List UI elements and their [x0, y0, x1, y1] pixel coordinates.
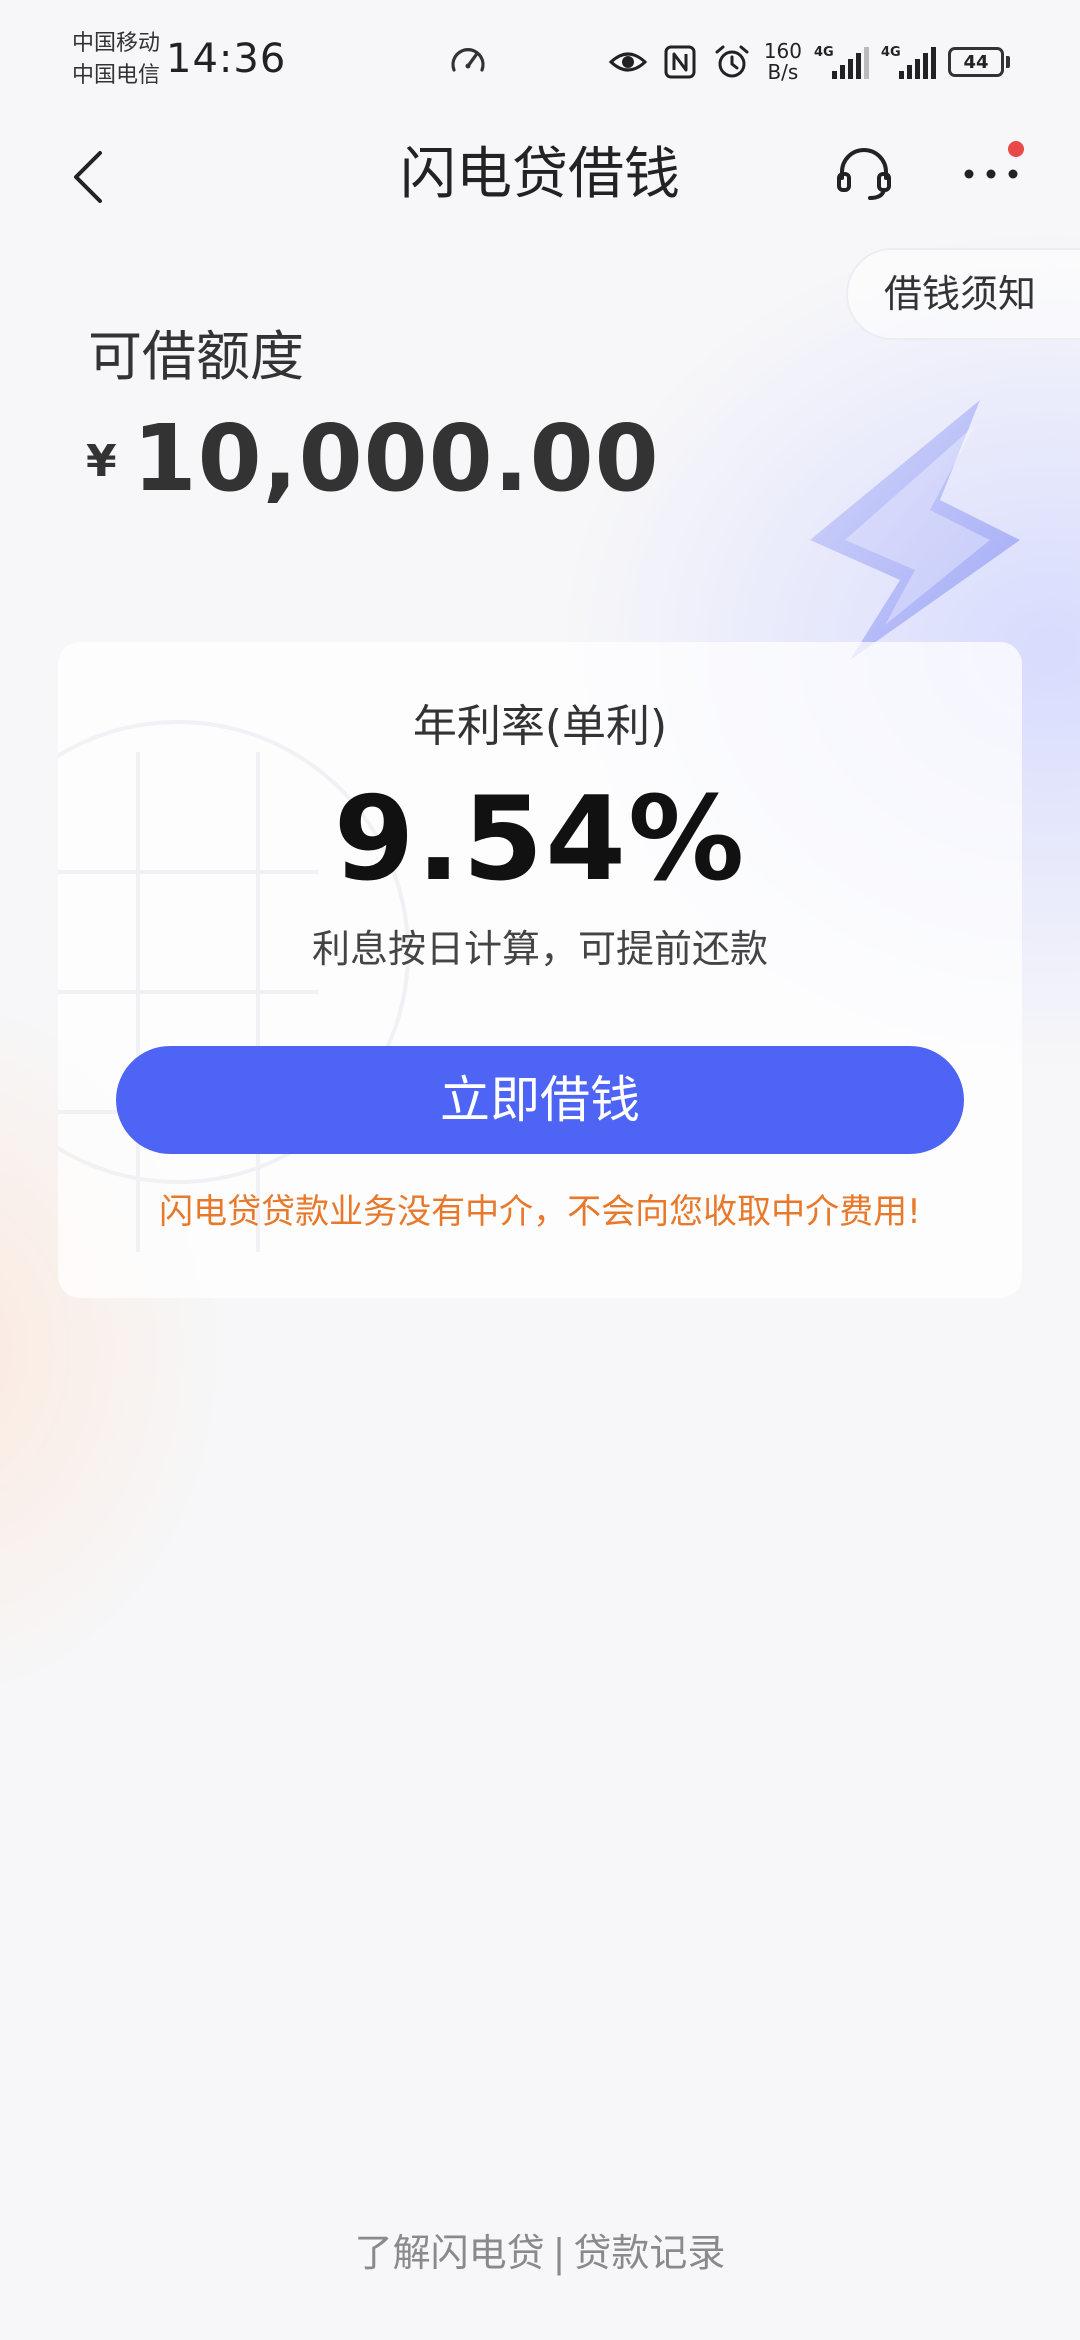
- footer-links: 了解闪电贷 | 贷款记录: [0, 2222, 1080, 2277]
- status-bar: 中国移动 中国电信 14:36 160 B/s 4G 4G 44: [0, 0, 1080, 125]
- signal-icon-2: 4G: [881, 45, 936, 79]
- more-button[interactable]: [956, 139, 1026, 209]
- rate-value: 9.54%: [333, 772, 747, 907]
- nfc-icon: [664, 45, 696, 79]
- network-speed-value: 160: [763, 39, 802, 63]
- speedometer-icon: [451, 48, 485, 72]
- notification-dot: [1008, 141, 1024, 157]
- limit-label: 可借额度: [88, 325, 304, 388]
- signal-icon-1: 4G: [814, 45, 869, 79]
- lightning-decoration: [810, 400, 1020, 660]
- limit-amount: ¥ 10,000.00: [86, 405, 660, 512]
- headset-icon: [837, 148, 891, 200]
- loan-records-link[interactable]: 贷款记录: [573, 2231, 725, 2275]
- clock: 14:36: [166, 36, 287, 82]
- carrier-2: 中国电信: [72, 63, 161, 88]
- battery-icon: 44: [948, 47, 1010, 77]
- network-speed-unit: B/s: [767, 60, 799, 84]
- more-dots-icon: [964, 169, 1018, 179]
- currency-symbol: ¥: [86, 436, 117, 487]
- eye-icon: [608, 52, 648, 72]
- alarm-icon: [715, 45, 749, 78]
- customer-service-button[interactable]: [832, 139, 896, 209]
- network-type-1: 4G: [814, 45, 834, 60]
- page: 中国移动 中国电信 14:36 160 B/s 4G 4G 44 闪电贷借钱 借…: [0, 0, 1080, 2340]
- network-type-2: 4G: [881, 45, 901, 60]
- status-icons: 160 B/s 4G 4G 44: [608, 38, 1010, 86]
- rate-label: 年利率(单利): [412, 701, 668, 752]
- page-title: 闪电贷借钱: [400, 142, 680, 207]
- borrowing-notice-button[interactable]: 借钱须知: [846, 248, 1080, 340]
- about-link[interactable]: 了解闪电贷: [355, 2231, 545, 2275]
- footer-separator: |: [552, 2231, 566, 2275]
- carrier-1: 中国移动: [72, 31, 161, 56]
- rate-card: 年利率(单利) 9.54% 利息按日计算，可提前还款 立即借钱 闪电贷贷款业务没…: [58, 642, 1022, 1298]
- borrow-now-button[interactable]: 立即借钱: [116, 1046, 964, 1154]
- carrier-names: 中国移动 中国电信: [72, 28, 160, 92]
- battery-level: 44: [948, 47, 1004, 77]
- network-speed: 160 B/s: [764, 41, 802, 83]
- anti-fraud-warning: 闪电贷贷款业务没有中介，不会向您收取中介费用!: [159, 1192, 921, 1232]
- rate-description: 利息按日计算，可提前还款: [311, 927, 768, 971]
- limit-value: 10,000.00: [132, 405, 660, 512]
